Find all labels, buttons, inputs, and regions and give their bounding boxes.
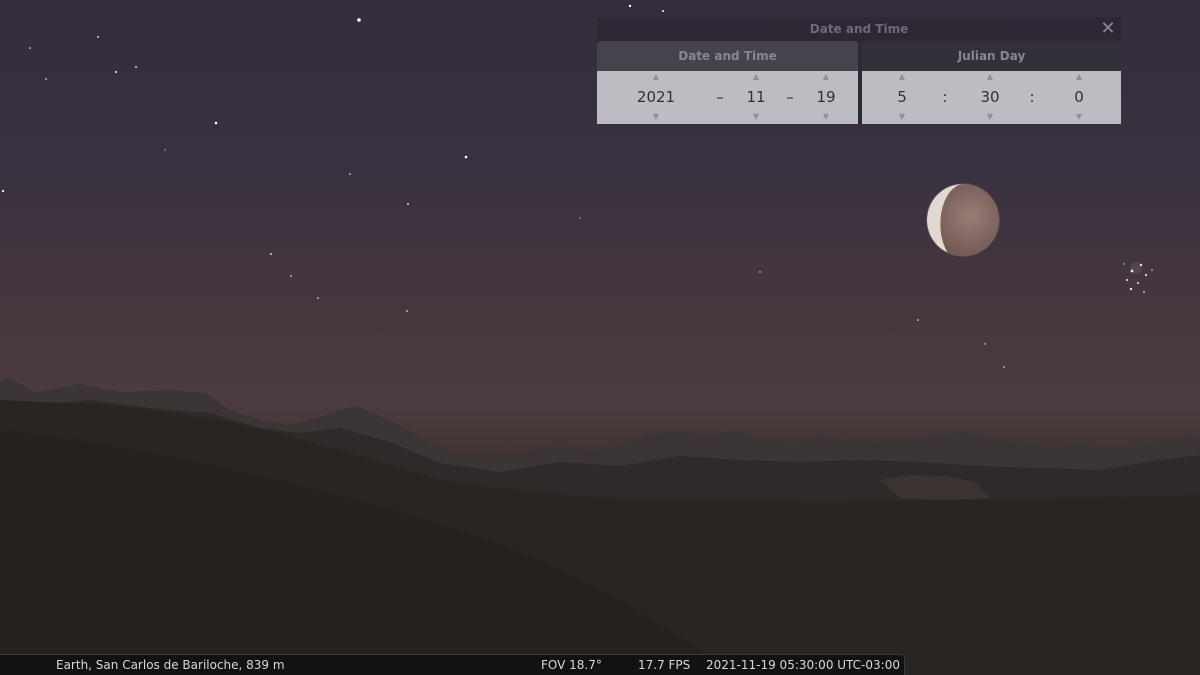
triangle-down-icon[interactable]: ▼ [736, 111, 776, 123]
tab-julian-day[interactable]: Julian Day [862, 41, 1121, 71]
time-separator: : [1029, 88, 1035, 106]
triangle-down-icon[interactable]: ▼ [970, 111, 1010, 123]
minute-value[interactable]: 30 [960, 85, 1020, 109]
status-bar: Earth, San Carlos de Bariloche, 839 m FO… [0, 654, 905, 675]
day-spinner[interactable]: ▲ 19 ▼ [806, 71, 846, 124]
triangle-up-icon[interactable]: ▲ [806, 71, 846, 83]
triangle-down-icon[interactable]: ▼ [882, 111, 922, 123]
year-value[interactable]: 2021 [626, 85, 686, 109]
hour-value[interactable]: 5 [872, 85, 932, 109]
second-value[interactable]: 0 [1049, 85, 1109, 109]
triangle-down-icon[interactable]: ▼ [1059, 111, 1099, 123]
planetarium-viewport[interactable]: Date and Time ✕ Date and Time Julian Day… [0, 0, 1200, 675]
day-value[interactable]: 19 [796, 85, 856, 109]
triangle-up-icon[interactable]: ▲ [970, 71, 1010, 83]
dialog-title: Date and Time [809, 22, 909, 36]
location-label[interactable]: Earth, San Carlos de Bariloche, 839 m [56, 655, 285, 675]
fov-label: FOV 18.7° [541, 658, 602, 672]
month-value[interactable]: 11 [726, 85, 786, 109]
fps-label: 17.7 FPS [638, 658, 691, 672]
close-icon[interactable]: ✕ [1099, 19, 1117, 39]
triangle-down-icon[interactable]: ▼ [806, 111, 846, 123]
triangle-up-icon[interactable]: ▲ [882, 71, 922, 83]
triangle-up-icon[interactable]: ▲ [736, 71, 776, 83]
second-spinner[interactable]: ▲ 0 ▼ [1059, 71, 1099, 124]
year-spinner[interactable]: ▲ 2021 ▼ [636, 71, 676, 124]
tab-date-and-time[interactable]: Date and Time [597, 41, 858, 71]
triangle-up-icon[interactable]: ▲ [636, 71, 676, 83]
time-spinner-panel: ▲ 5 ▼ : ▲ 30 ▼ : ▲ 0 ▼ [862, 71, 1121, 124]
date-time-dialog[interactable]: Date and Time ✕ Date and Time Julian Day… [597, 17, 1121, 124]
hour-spinner[interactable]: ▲ 5 ▼ [882, 71, 922, 124]
time-separator: : [942, 88, 948, 106]
month-spinner[interactable]: ▲ 11 ▼ [736, 71, 776, 124]
triangle-up-icon[interactable]: ▲ [1059, 71, 1099, 83]
date-spinner-panel: ▲ 2021 ▼ – ▲ 11 ▼ – ▲ 19 ▼ [597, 71, 858, 124]
triangle-down-icon[interactable]: ▼ [636, 111, 676, 123]
minute-spinner[interactable]: ▲ 30 ▼ [970, 71, 1010, 124]
datetime-label[interactable]: 2021-11-19 05:30:00 UTC-03:00 [706, 655, 900, 675]
